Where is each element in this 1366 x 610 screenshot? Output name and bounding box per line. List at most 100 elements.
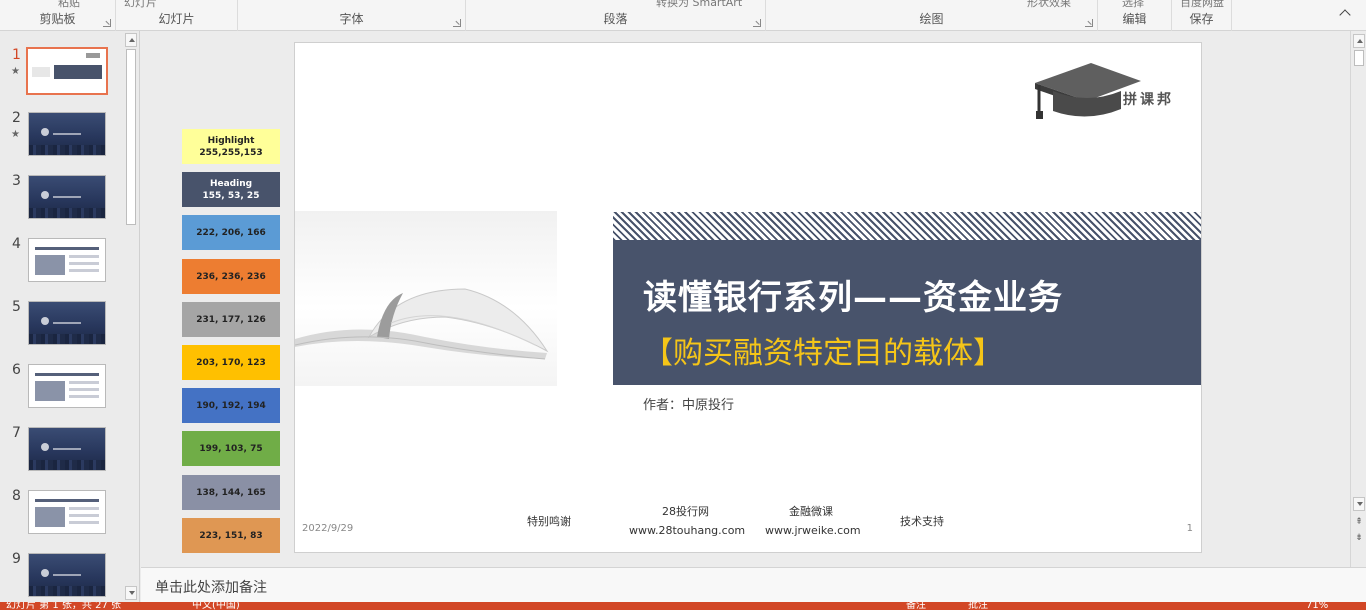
swatch-value: 199, 103, 75 [199, 443, 263, 454]
ribbon-group-paragraph: 段落 [466, 0, 766, 31]
thumbnail-item[interactable]: 8 [0, 488, 122, 544]
thumbnail-number: 3 [12, 173, 21, 189]
slide-subtitle[interactable]: 【购买融资特定目的载体】 [643, 328, 1003, 372]
status-notes-button[interactable]: 备注 [906, 602, 926, 610]
group-label-drawing: 绘图 [919, 12, 944, 26]
notes-pane[interactable]: 单击此处添加备注 [141, 567, 1366, 602]
slide-scrollbar-thumb[interactable] [1354, 50, 1364, 66]
slide-thumbnail[interactable] [28, 490, 106, 534]
color-swatch[interactable]: 199, 103, 75 [182, 431, 280, 466]
thumbnail-number: 1 [12, 47, 21, 63]
animation-star-icon: ★ [11, 129, 20, 140]
slide-scroll-down-arrow-icon[interactable] [1353, 497, 1365, 511]
credit-support: 技术支持 [900, 515, 944, 528]
slide-edit-area: Highlight 255,255,153 Heading 155, 53, 25 22… [141, 31, 1350, 567]
credit-site1-name: 28投行网 [662, 505, 709, 518]
current-slide[interactable]: 拼课邦 读懂银行系列——资金业务 【购买融资特定目的载体】 作者：中原投行 20… [294, 42, 1202, 553]
font-launcher-icon[interactable] [453, 19, 461, 27]
swatch-value: 236, 236, 236 [196, 271, 266, 282]
color-swatch[interactable]: 236, 236, 236 [182, 259, 280, 294]
status-comments-button[interactable]: 批注 [968, 602, 988, 610]
group-label-clipboard: 剪贴板 [39, 12, 76, 26]
slide-scroll-up-arrow-icon[interactable] [1353, 34, 1365, 48]
slide-thumbnail[interactable] [28, 364, 106, 408]
swatch-value: 223, 151, 83 [199, 530, 263, 541]
previous-slide-icon[interactable]: ⇞ [1354, 516, 1364, 528]
thumbnail-item[interactable]: 9 [0, 551, 122, 607]
slide-page-number: 1 [1186, 523, 1193, 534]
status-zoom-level[interactable]: 71% [1306, 602, 1328, 610]
status-language[interactable]: 中文(中国) [192, 602, 240, 610]
slide-author[interactable]: 作者：中原投行 [643, 394, 734, 413]
thumbnail-scrollbar[interactable] [124, 31, 138, 602]
clipboard-launcher-icon[interactable] [103, 19, 111, 27]
credit-site2-name: 金融微课 [789, 505, 833, 518]
slide-thumbnail[interactable] [28, 301, 106, 345]
swatch-label: Heading [209, 178, 253, 189]
color-swatch[interactable]: 138, 144, 165 [182, 475, 280, 510]
powerpoint-window: 粘贴 幻灯片 转换为 SmartArt 形状效果 选择 百度网盘 剪贴板 幻灯片… [0, 0, 1366, 610]
color-swatch[interactable]: 222, 206, 166 [182, 215, 280, 250]
ribbon: 粘贴 幻灯片 转换为 SmartArt 形状效果 选择 百度网盘 剪贴板 幻灯片… [0, 0, 1366, 31]
credit-site2-url: www.jrweike.com [765, 524, 861, 537]
ribbon-group-drawing: 绘图 [766, 0, 1098, 31]
color-swatch[interactable]: 190, 192, 194 [182, 388, 280, 423]
group-label-slides: 幻灯片 [158, 12, 195, 26]
scrollbar-thumb[interactable] [126, 49, 136, 225]
swatch-value: 255,255,153 [199, 147, 263, 158]
color-swatch[interactable]: Highlight 255,255,153 [182, 129, 280, 164]
scroll-up-arrow-icon[interactable] [125, 33, 137, 47]
thumbnail-number: 5 [12, 299, 21, 315]
status-slide-info: 幻灯片 第 1 张，共 27 张 [6, 602, 121, 610]
paragraph-launcher-icon[interactable] [753, 19, 761, 27]
ribbon-group-clipboard: 剪贴板 [0, 0, 116, 31]
slide-thumbnail[interactable] [26, 47, 108, 95]
slide-thumbnail[interactable] [28, 175, 106, 219]
swatch-value: 155, 53, 25 [202, 190, 260, 201]
logo-text: 拼课邦 [1123, 92, 1174, 108]
slide-thumbnail[interactable] [28, 112, 106, 156]
swatch-value: 190, 192, 194 [196, 400, 266, 411]
color-swatch[interactable]: 231, 177, 126 [182, 302, 280, 337]
color-swatch[interactable]: 223, 151, 83 [182, 518, 280, 553]
slide-thumbnail-pane[interactable]: 1 ★ 2 ★ 3 4 5 6 7 8 9 [0, 31, 140, 602]
thumbnail-number: 4 [12, 236, 21, 252]
color-swatch[interactable]: Heading 155, 53, 25 [182, 172, 280, 207]
ribbon-group-save: 保存 [1172, 0, 1232, 31]
ribbon-group-editing: 编辑 [1098, 0, 1172, 31]
scroll-down-arrow-icon[interactable] [125, 586, 137, 600]
credit-site1-url: www.28touhang.com [629, 524, 746, 537]
thumbnail-number: 9 [12, 551, 21, 567]
swatch-value: 231, 177, 126 [196, 314, 266, 325]
notes-placeholder[interactable]: 单击此处添加备注 [155, 577, 267, 597]
animation-star-icon: ★ [11, 66, 20, 77]
slide-scrollbar[interactable]: ⇞ ⇟ [1350, 31, 1366, 567]
next-slide-icon[interactable]: ⇟ [1354, 532, 1364, 544]
credit-thanks: 特别鸣谢 [527, 515, 571, 528]
slide-thumbnail[interactable] [28, 553, 106, 597]
swatch-value: 138, 144, 165 [196, 487, 266, 498]
group-label-font: 字体 [339, 12, 364, 26]
ribbon-group-font: 字体 [238, 0, 466, 31]
group-label-save: 保存 [1189, 12, 1214, 26]
thumbnail-item[interactable]: 4 [0, 236, 122, 292]
group-label-editing: 编辑 [1122, 12, 1147, 26]
thumbnail-number: 7 [12, 425, 21, 441]
thumbnail-item[interactable]: 5 [0, 299, 122, 355]
swatch-label: Highlight [207, 135, 255, 146]
collapse-ribbon-icon[interactable] [1338, 10, 1352, 20]
swatch-value: 203, 170, 123 [196, 357, 266, 368]
color-swatch[interactable]: 203, 170, 123 [182, 345, 280, 380]
thumbnail-item[interactable]: 2 ★ [0, 110, 122, 166]
slide-thumbnail[interactable] [28, 427, 106, 471]
thumbnail-item[interactable]: 1 ★ [0, 47, 122, 103]
thumbnail-item[interactable]: 3 [0, 173, 122, 229]
title-stripe-decoration [613, 212, 1201, 240]
thumbnail-number: 6 [12, 362, 21, 378]
thumbnail-number: 2 [12, 110, 21, 126]
thumbnail-item[interactable]: 7 [0, 425, 122, 481]
slide-thumbnail[interactable] [28, 238, 106, 282]
thumbnail-item[interactable]: 6 [0, 362, 122, 418]
drawing-launcher-icon[interactable] [1085, 19, 1093, 27]
slide-title[interactable]: 读懂银行系列——资金业务 [643, 270, 1063, 319]
